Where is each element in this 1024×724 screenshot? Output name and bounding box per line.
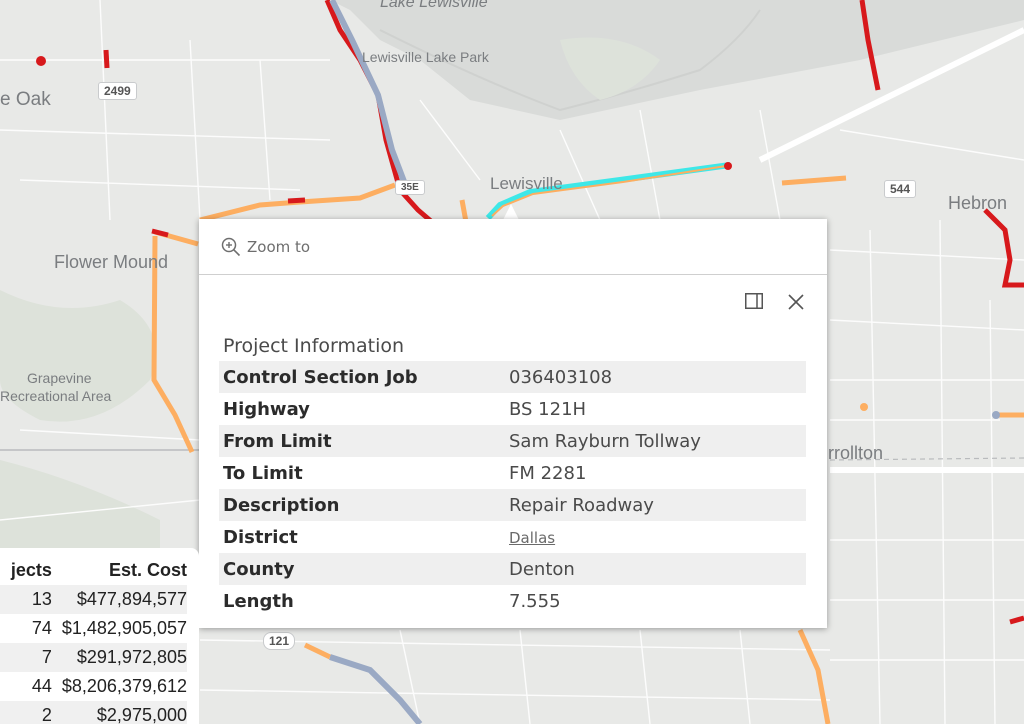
attr-key: Control Section Job: [223, 366, 418, 388]
dock-icon[interactable]: [745, 293, 763, 309]
label-flower-mound: Flower Mound: [54, 252, 169, 272]
attr-key: Length: [223, 590, 294, 612]
table-row: 74 $1,482,905,057: [0, 614, 187, 643]
table-row: From Limit Sam Rayburn Tollway: [219, 425, 806, 457]
table-row: Control Section Job 036403108: [219, 361, 806, 393]
est-cost: $2,975,000: [51, 701, 187, 724]
route-shield-35e: 35E: [395, 180, 425, 195]
summary-table: jects Est. Cost 13 $477,894,577 74 $1,482,…: [0, 556, 187, 724]
label-lewisville: Lewisville: [490, 174, 563, 193]
close-icon[interactable]: [787, 293, 805, 311]
table-row: 13 $477,894,577: [0, 585, 187, 614]
attr-value: Denton: [509, 558, 575, 580]
attr-value: Repair Roadway: [509, 494, 654, 516]
est-cost: $1,482,905,057: [61, 618, 187, 638]
table-row: 44 $8,206,379,612: [0, 672, 187, 701]
project-point-red: [36, 56, 46, 66]
label-recreational-area: Recreational Area: [0, 388, 112, 404]
table-row: County Denton: [219, 553, 806, 585]
attr-value: 036403108: [509, 366, 613, 388]
projects-count: 2: [0, 701, 52, 724]
attr-key: County: [223, 558, 295, 580]
label-grapevine: Grapevine: [27, 370, 92, 386]
project-point-orange: [860, 403, 868, 411]
table-row: District Dallas: [219, 521, 806, 553]
attr-value: FM 2281: [509, 462, 587, 484]
attribute-table: Control Section Job 036403108 Highway BS 1…: [219, 361, 806, 617]
projects-count: 74: [31, 618, 52, 638]
est-cost: $291,972,805: [51, 643, 187, 672]
attr-key: From Limit: [223, 430, 332, 452]
table-row: 2 $2,975,000: [0, 701, 187, 724]
label-oak: e Oak: [0, 89, 51, 110]
attr-value: 7.555: [509, 590, 561, 612]
project-point-bluegray: [992, 411, 1000, 419]
projects-count: 44: [31, 676, 52, 696]
projects-count: 13: [0, 585, 52, 614]
route-shield-544: 544: [884, 180, 917, 198]
table-row: 7 $291,972,805: [0, 643, 187, 672]
attr-key: Description: [223, 494, 340, 516]
cost-header: Est. Cost: [108, 560, 187, 580]
attr-value: BS 121H: [509, 398, 587, 420]
attr-key: To Limit: [223, 462, 303, 484]
feature-popup: Zoom to Project Information Control Sect…: [199, 219, 827, 628]
table-row: Highway BS 121H: [219, 393, 806, 425]
summary-header-row: jects Est. Cost: [0, 556, 187, 585]
project-segment-red: [103, 49, 110, 69]
attr-key: District: [223, 526, 298, 548]
popup-title: Project Information: [223, 335, 405, 357]
popup-pointer: [503, 204, 519, 220]
route-shield-121: 121: [263, 632, 296, 650]
label-hebron: Hebron: [948, 193, 1008, 213]
label-lake-lewisville: Lake Lewisville: [380, 0, 488, 11]
est-cost: $8,206,379,612: [61, 676, 187, 696]
projects-header: jects: [10, 560, 52, 580]
projects-count: 7: [0, 643, 52, 672]
table-row: Description Repair Roadway: [219, 489, 806, 521]
attr-value: Sam Rayburn Tollway: [509, 430, 701, 452]
project-point-red: [724, 162, 732, 170]
table-row: To Limit FM 2281: [219, 457, 806, 489]
est-cost: $477,894,577: [51, 585, 187, 614]
zoom-in-icon: [221, 237, 241, 256]
label-lewisville-lake-park: Lewisville Lake Park: [362, 49, 489, 65]
district-link[interactable]: Dallas: [509, 529, 555, 547]
table-row: Length 7.555: [219, 585, 806, 617]
attr-key: Highway: [223, 398, 310, 420]
zoom-to-button[interactable]: Zoom to: [221, 237, 310, 257]
route-shield-2499: 2499: [98, 82, 137, 100]
project-segment-red: [287, 197, 306, 204]
label-carrollton: rrollton: [828, 443, 884, 463]
zoom-to-label: Zoom to: [247, 237, 311, 256]
popup-action-bar: Zoom to: [199, 219, 827, 275]
summary-panel: jects Est. Cost 13 $477,894,577 74 $1,482,…: [0, 548, 199, 724]
